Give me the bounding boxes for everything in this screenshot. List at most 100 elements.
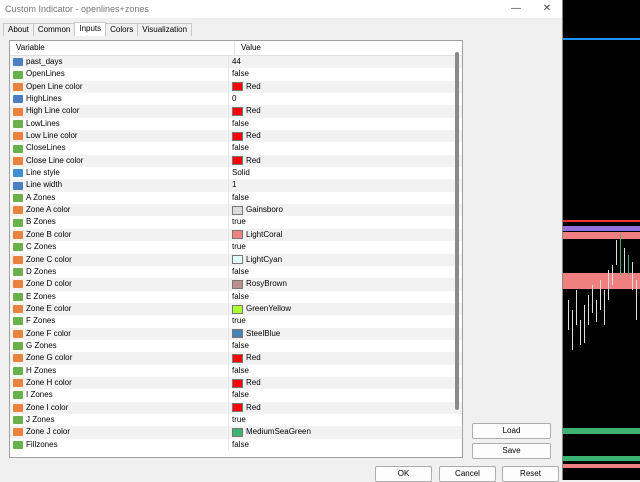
value-cell[interactable]: Gainsboro [229, 204, 283, 216]
grid-scrollbar[interactable] [451, 52, 461, 452]
variable-cell: C Zones [10, 241, 229, 254]
table-row[interactable]: past_days 44 [10, 56, 462, 69]
value-cell[interactable]: 1 [229, 179, 236, 191]
tab-colors[interactable]: Colors [105, 23, 139, 36]
candle [592, 285, 593, 313]
save-button[interactable]: Save [472, 443, 551, 459]
color-type-icon [13, 82, 23, 91]
table-row[interactable]: LowLines false [10, 117, 462, 131]
color-swatch [232, 230, 243, 240]
value-cell[interactable]: false [229, 389, 249, 401]
table-row[interactable]: Low Line color Red [10, 130, 462, 143]
value-cell[interactable]: MediumSeaGreen [229, 426, 311, 438]
tab-visualization[interactable]: Visualization [137, 23, 193, 36]
load-button[interactable]: Load [472, 423, 551, 439]
candle [584, 305, 585, 343]
boolean-type-icon [13, 243, 23, 252]
table-row[interactable]: Zone G color Red [10, 352, 462, 365]
value-cell[interactable]: Red [229, 402, 261, 414]
scrollbar-thumb[interactable] [455, 52, 459, 410]
table-row[interactable]: C Zones true [10, 241, 462, 254]
value-cell[interactable]: Red [229, 130, 261, 142]
value-cell[interactable]: Red [229, 105, 261, 117]
value-cell[interactable]: Solid [229, 167, 250, 179]
variable-value: LightCyan [246, 254, 283, 264]
value-cell[interactable]: GreenYellow [229, 303, 291, 315]
value-cell[interactable]: false [229, 340, 249, 352]
candle [632, 262, 633, 290]
color-swatch [232, 403, 243, 413]
value-cell[interactable]: 0 [229, 93, 236, 105]
table-row[interactable]: E Zones false [10, 290, 462, 303]
boolean-type-icon [13, 391, 23, 400]
value-cell[interactable]: LightCyan [229, 254, 282, 266]
table-row[interactable]: Zone I color Red [10, 401, 462, 414]
value-cell[interactable]: Red [229, 352, 261, 364]
value-cell[interactable]: Red [229, 81, 261, 93]
column-header-value[interactable]: Value [235, 41, 261, 55]
table-row[interactable]: Zone H color Red [10, 376, 462, 390]
value-cell[interactable]: SteelBlue [229, 328, 280, 340]
value-cell[interactable]: LightCoral [229, 229, 282, 241]
table-row[interactable]: HighLines 0 [10, 93, 462, 106]
value-cell[interactable]: Red [229, 155, 261, 167]
value-cell[interactable]: true [229, 241, 246, 253]
table-row[interactable]: Zone J color MediumSeaGreen [10, 426, 462, 439]
value-cell[interactable]: false [229, 439, 249, 451]
variable-name: D Zones [26, 266, 57, 276]
value-cell[interactable]: false [229, 118, 249, 130]
variable-value: false [232, 192, 249, 202]
table-row[interactable]: Line width 1 [10, 179, 462, 192]
value-cell[interactable]: Red [229, 377, 261, 389]
table-row[interactable]: Zone D color RosyBrown [10, 278, 462, 291]
value-cell[interactable]: true [229, 216, 246, 228]
title-bar: Custom Indicator - openlines+zones — ✕ [0, 0, 562, 18]
minimize-icon[interactable]: — [506, 0, 526, 18]
variable-cell: LowLines [10, 117, 229, 131]
table-row[interactable]: H Zones false [10, 364, 462, 377]
table-row[interactable]: B Zones true [10, 216, 462, 229]
value-cell[interactable]: 44 [229, 56, 241, 68]
tab-inputs[interactable]: Inputs [74, 22, 107, 36]
table-row[interactable]: D Zones false [10, 265, 462, 279]
table-row[interactable]: Line style Solid [10, 167, 462, 180]
table-row[interactable]: Fillzones false [10, 438, 462, 451]
tab-common[interactable]: Common [32, 23, 76, 36]
tab-about[interactable]: About [3, 23, 34, 36]
table-row[interactable]: Open Line color Red [10, 80, 462, 94]
chart-coral-band [563, 273, 640, 289]
value-cell[interactable]: false [229, 142, 249, 154]
value-cell[interactable]: false [229, 68, 249, 80]
value-cell[interactable]: RosyBrown [229, 278, 287, 290]
table-row[interactable]: I Zones false [10, 389, 462, 402]
value-cell[interactable]: true [229, 315, 246, 327]
table-row[interactable]: Close Line color Red [10, 154, 462, 168]
variable-cell: Zone I color [10, 401, 229, 414]
table-row[interactable]: Zone F color SteelBlue [10, 327, 462, 340]
value-cell[interactable]: false [229, 365, 249, 377]
variable-cell: G Zones [10, 339, 229, 353]
candle [604, 290, 605, 325]
table-row[interactable]: Zone B color LightCoral [10, 228, 462, 242]
candle [628, 255, 629, 275]
value-cell[interactable]: false [229, 266, 249, 278]
table-row[interactable]: Zone C color LightCyan [10, 253, 462, 266]
variable-name: HighLines [26, 94, 62, 104]
variable-cell: CloseLines [10, 142, 229, 155]
table-row[interactable]: J Zones true [10, 413, 462, 427]
table-row[interactable]: Zone E color GreenYellow [10, 302, 462, 316]
table-row[interactable]: G Zones false [10, 339, 462, 353]
table-row[interactable]: High Line color Red [10, 105, 462, 118]
value-cell[interactable]: true [229, 414, 246, 426]
close-icon[interactable]: ✕ [537, 0, 557, 18]
variable-cell: Low Line color [10, 130, 229, 143]
column-header-variable[interactable]: Variable [10, 41, 235, 55]
value-cell[interactable]: false [229, 291, 249, 303]
table-row[interactable]: A Zones false [10, 191, 462, 205]
table-row[interactable]: CloseLines false [10, 142, 462, 155]
table-row[interactable]: F Zones true [10, 315, 462, 328]
table-row[interactable]: Zone A color Gainsboro [10, 204, 462, 217]
table-row[interactable]: OpenLines false [10, 68, 462, 81]
value-cell[interactable]: false [229, 192, 249, 204]
variable-value: Red [246, 155, 261, 165]
